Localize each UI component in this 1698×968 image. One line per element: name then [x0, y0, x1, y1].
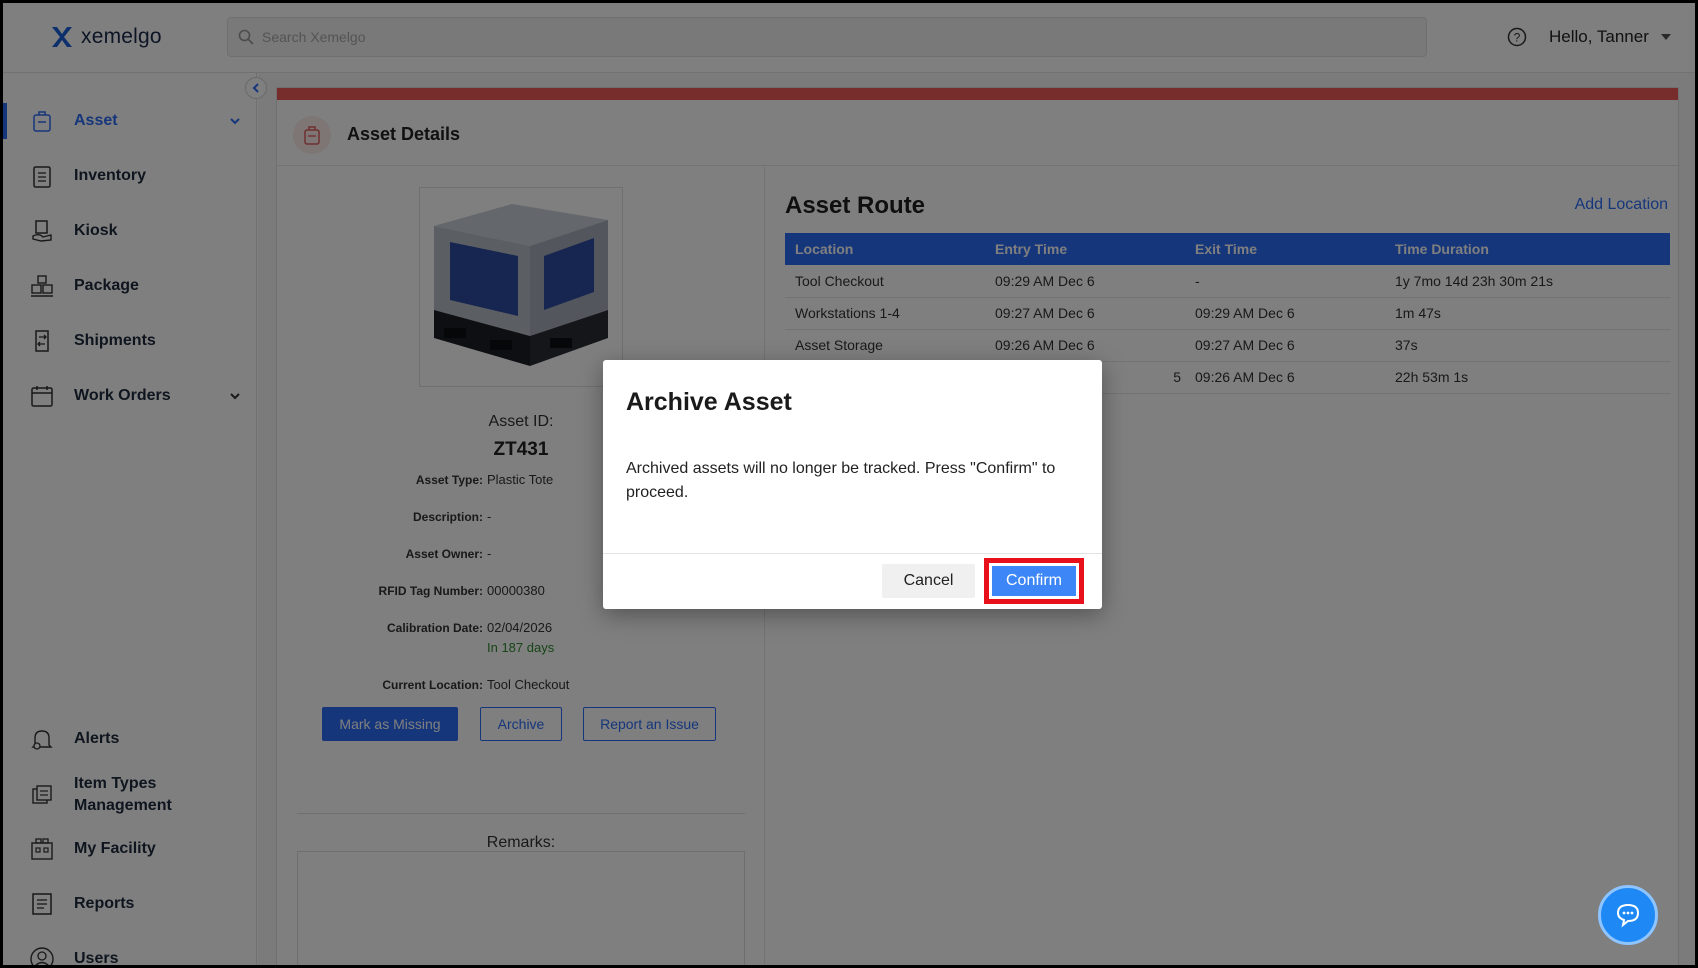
modal-title: Archive Asset — [626, 388, 792, 416]
chat-button[interactable] — [1598, 885, 1658, 945]
cancel-button[interactable]: Cancel — [882, 564, 975, 598]
app-window: xemelgo ? Hello, Tanner Asset Inventory … — [0, 0, 1698, 968]
confirm-highlight: Confirm — [984, 558, 1084, 604]
chat-icon — [1616, 903, 1640, 928]
archive-asset-modal: Archive Asset Archived assets will no lo… — [603, 360, 1102, 609]
divider — [603, 553, 1102, 554]
modal-message: Archived assets will no longer be tracke… — [626, 460, 1056, 501]
confirm-button[interactable]: Confirm — [992, 566, 1076, 596]
